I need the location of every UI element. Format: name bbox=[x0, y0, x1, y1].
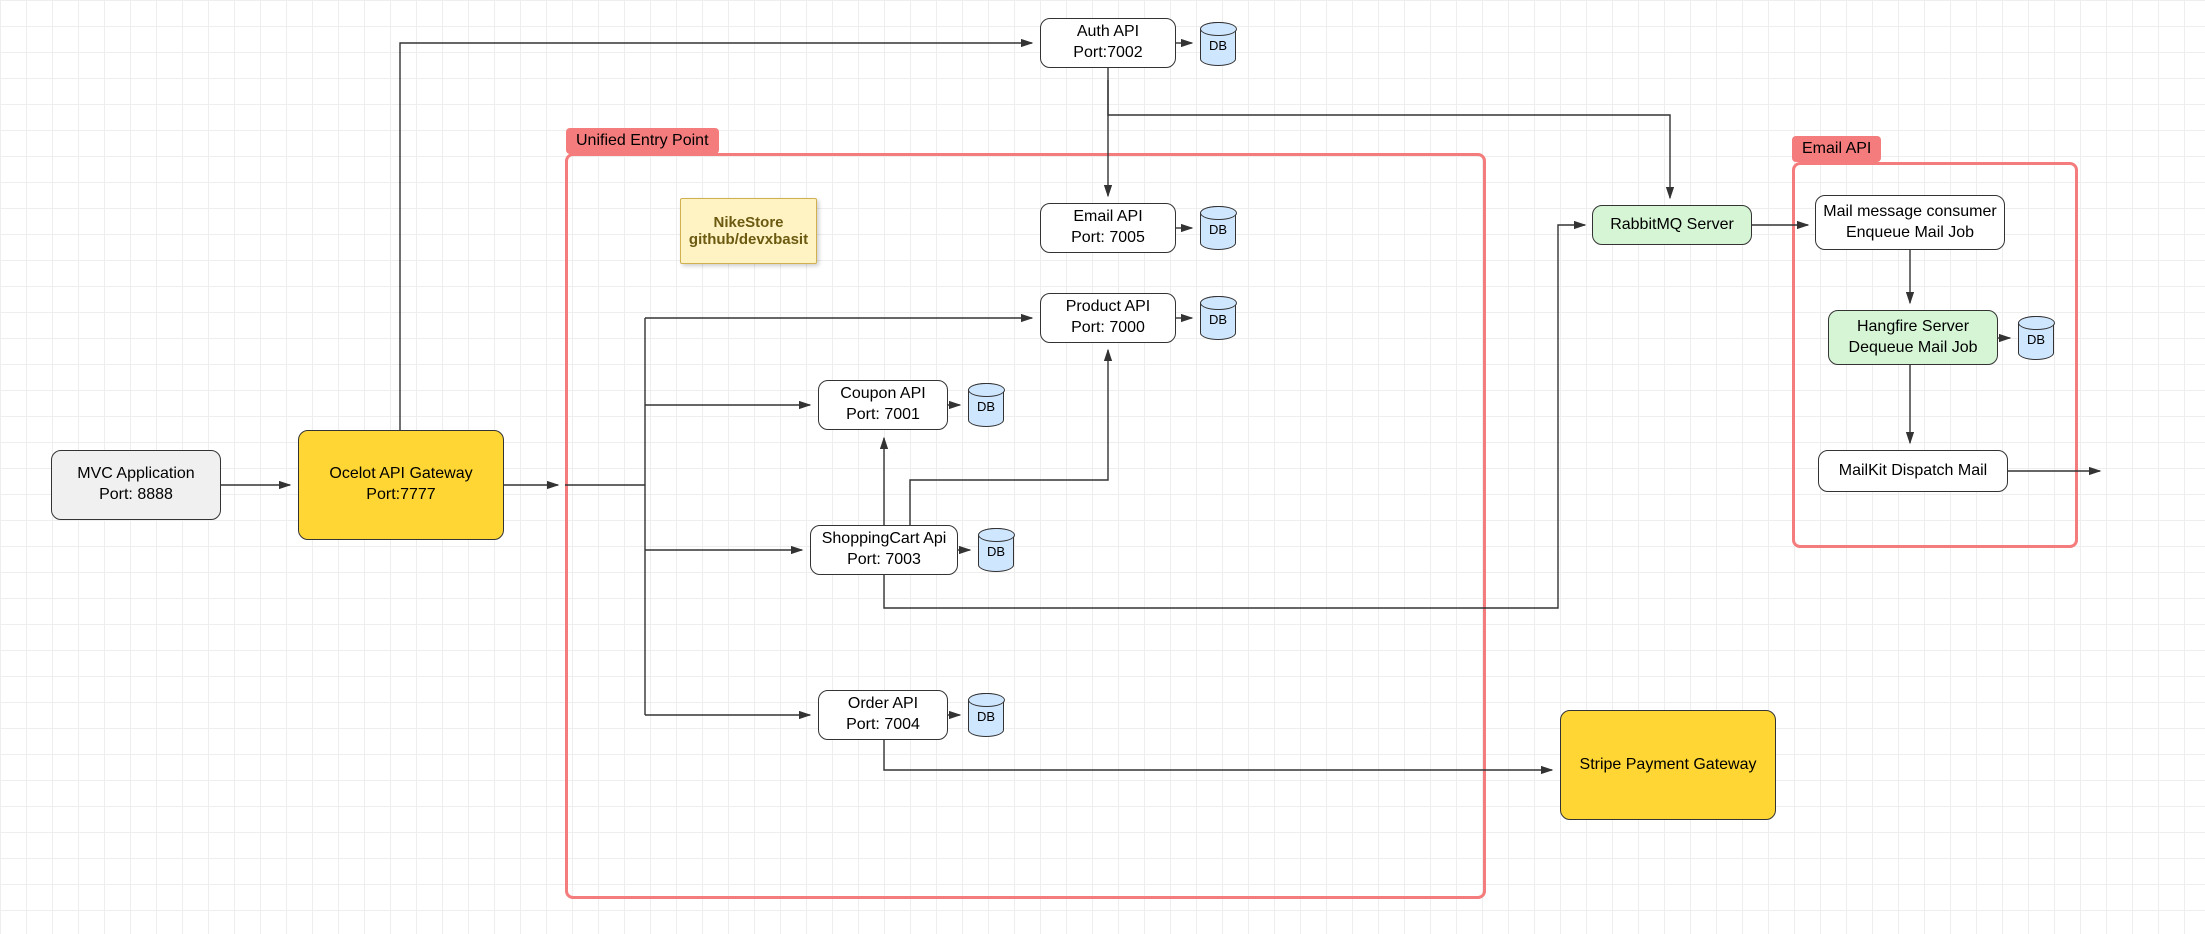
node-text: Port: 7003 bbox=[847, 550, 921, 571]
db-icon: DB bbox=[968, 383, 1004, 427]
node-text: Enqueue Mail Job bbox=[1846, 223, 1974, 244]
db-icon: DB bbox=[1200, 296, 1236, 340]
db-icon: DB bbox=[968, 693, 1004, 737]
node-mvc[interactable]: MVC Application Port: 8888 bbox=[51, 450, 221, 520]
db-label: DB bbox=[1200, 222, 1236, 237]
node-product[interactable]: Product API Port: 7000 bbox=[1040, 293, 1176, 343]
node-mailkit[interactable]: MailKit Dispatch Mail bbox=[1818, 450, 2008, 492]
node-text: Product API bbox=[1066, 297, 1151, 318]
db-icon: DB bbox=[978, 528, 1014, 572]
node-text: Port: 7004 bbox=[846, 715, 920, 736]
node-coupon[interactable]: Coupon API Port: 7001 bbox=[818, 380, 948, 430]
node-hangfire[interactable]: Hangfire Server Dequeue Mail Job bbox=[1828, 310, 1998, 365]
node-text: Mail message consumer bbox=[1823, 202, 1996, 223]
node-text: Port: 7001 bbox=[846, 405, 920, 426]
node-cart[interactable]: ShoppingCart Api Port: 7003 bbox=[810, 525, 958, 575]
node-text: Auth API bbox=[1077, 22, 1139, 43]
node-text: Port:7002 bbox=[1073, 43, 1142, 64]
db-label: DB bbox=[1200, 38, 1236, 53]
note-text: NikeStore bbox=[681, 214, 816, 231]
node-text: Ocelot API Gateway bbox=[329, 464, 472, 485]
db-label: DB bbox=[978, 544, 1014, 559]
node-text: Port:7777 bbox=[366, 485, 435, 506]
node-text: Email API bbox=[1073, 207, 1142, 228]
node-text: RabbitMQ Server bbox=[1610, 215, 1734, 236]
node-ocelot[interactable]: Ocelot API Gateway Port:7777 bbox=[298, 430, 504, 540]
node-consumer[interactable]: Mail message consumer Enqueue Mail Job bbox=[1815, 195, 2005, 250]
node-stripe[interactable]: Stripe Payment Gateway bbox=[1560, 710, 1776, 820]
note-text: github/devxbasit bbox=[681, 231, 816, 248]
sticky-note: NikeStore github/devxbasit bbox=[680, 198, 817, 264]
node-text: MVC Application bbox=[77, 464, 194, 485]
db-icon: DB bbox=[1200, 22, 1236, 66]
group-unified-entry-point bbox=[565, 153, 1486, 899]
node-text: Port: 7005 bbox=[1071, 228, 1145, 249]
node-text: Stripe Payment Gateway bbox=[1580, 755, 1757, 776]
node-text: Hangfire Server bbox=[1857, 317, 1969, 338]
group-label-email: Email API bbox=[1792, 136, 1881, 162]
node-text: Port: 7000 bbox=[1071, 318, 1145, 339]
db-icon: DB bbox=[1200, 206, 1236, 250]
node-order[interactable]: Order API Port: 7004 bbox=[818, 690, 948, 740]
node-text: Port: 8888 bbox=[99, 485, 173, 506]
db-label: DB bbox=[2018, 332, 2054, 347]
group-label-uep: Unified Entry Point bbox=[566, 128, 719, 154]
db-label: DB bbox=[968, 709, 1004, 724]
node-emailapi[interactable]: Email API Port: 7005 bbox=[1040, 203, 1176, 253]
node-text: Coupon API bbox=[840, 384, 925, 405]
node-text: Order API bbox=[848, 694, 918, 715]
db-icon: DB bbox=[2018, 316, 2054, 360]
db-label: DB bbox=[968, 399, 1004, 414]
node-text: ShoppingCart Api bbox=[822, 529, 947, 550]
db-label: DB bbox=[1200, 312, 1236, 327]
node-text: MailKit Dispatch Mail bbox=[1839, 461, 1987, 482]
node-text: Dequeue Mail Job bbox=[1849, 338, 1978, 359]
node-rabbitmq[interactable]: RabbitMQ Server bbox=[1592, 205, 1752, 245]
diagram-canvas: Unified Entry Point Email API MVC Applic… bbox=[0, 0, 2205, 934]
node-auth[interactable]: Auth API Port:7002 bbox=[1040, 18, 1176, 68]
